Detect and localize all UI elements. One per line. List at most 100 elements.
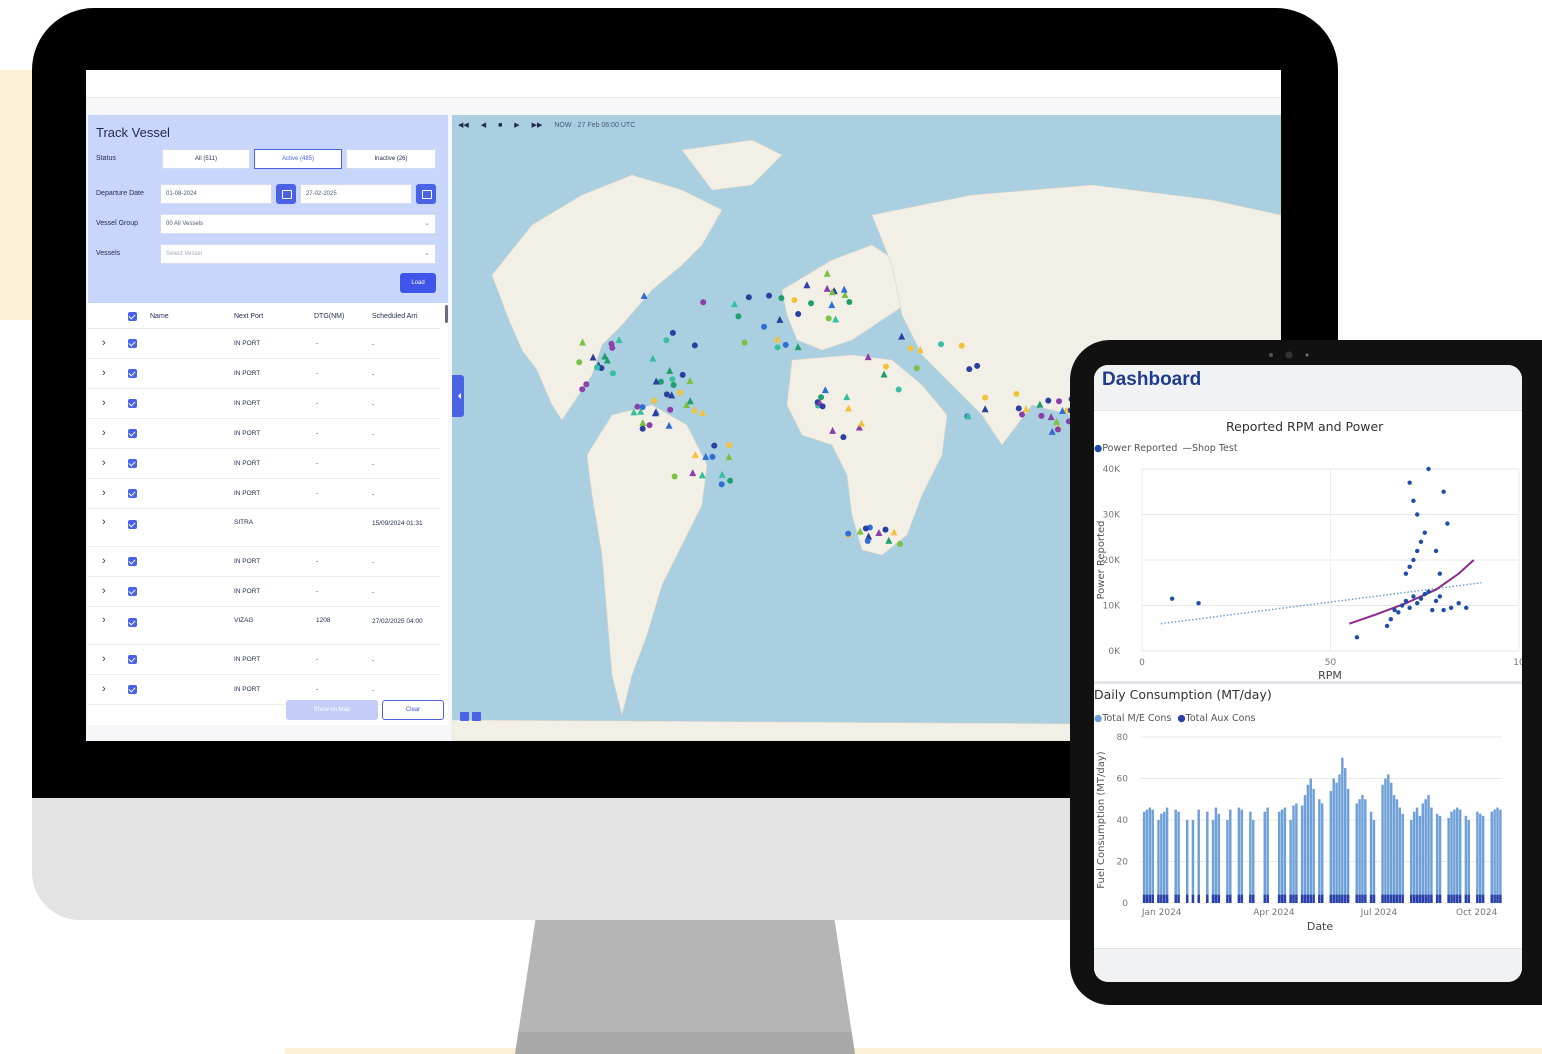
clear-button[interactable]: Clear [382,700,444,720]
vessel-marker[interactable] [818,394,825,401]
vessel-marker[interactable] [907,345,914,352]
vessel-marker[interactable] [913,365,920,372]
collapse-panel-button[interactable] [452,375,464,417]
col-dtg[interactable]: DTG(NM) [314,313,344,320]
table-row[interactable]: › IN PORT - - [88,419,440,449]
vessel-marker[interactable] [698,409,706,417]
vessel-marker[interactable] [718,470,726,478]
table-row[interactable]: › SITRA 15/09/2024 01:31 [88,509,440,547]
vessel-marker[interactable] [691,342,698,349]
vessel-marker[interactable] [609,344,616,351]
row-checkbox[interactable] [128,459,137,468]
vessel-marker[interactable] [898,332,906,340]
vessel-marker[interactable] [774,344,781,351]
vessel-marker[interactable] [669,329,676,336]
vessel-marker[interactable] [639,425,646,432]
vessel-marker[interactable] [594,364,601,371]
vessel-marker[interactable] [1048,427,1056,435]
vessel-marker[interactable] [686,397,694,405]
vessel-marker[interactable] [649,354,657,362]
vessel-marker[interactable] [579,386,586,393]
vessel-marker[interactable] [1015,405,1022,412]
expand-chevron-icon[interactable]: › [102,427,106,439]
vessel-marker[interactable] [725,453,733,461]
row-checkbox[interactable] [128,618,137,627]
table-scrollbar[interactable] [445,305,448,323]
row-checkbox[interactable] [128,520,137,529]
vessel-marker[interactable] [966,366,973,373]
date-to-input[interactable]: 27-02-2025 [300,184,412,204]
stop-icon[interactable]: ■ [498,122,502,129]
row-checkbox[interactable] [128,339,137,348]
vessel-marker[interactable] [651,397,658,404]
vessel-group-select[interactable]: 00 All Vessels [160,214,436,234]
vessel-marker[interactable] [1053,417,1061,425]
vessels-select[interactable]: Select Vessel [160,244,436,264]
vessel-marker[interactable] [725,442,732,449]
vessel-marker[interactable] [677,389,684,396]
vessel-marker[interactable] [745,294,752,301]
vessel-marker[interactable] [634,403,641,410]
table-row[interactable]: › IN PORT - - [88,547,440,577]
vessel-marker[interactable] [778,295,785,302]
expand-chevron-icon[interactable]: › [102,555,106,567]
vessel-marker[interactable] [663,337,670,344]
table-row[interactable]: › IN PORT - - [88,449,440,479]
vessel-marker[interactable] [700,299,707,306]
vessel-marker[interactable] [709,453,716,460]
vessel-marker[interactable] [741,339,748,346]
expand-chevron-icon[interactable]: › [102,614,106,626]
vessel-marker[interactable] [766,292,773,299]
select-all-checkbox[interactable] [128,312,137,321]
rewind-icon[interactable]: ◀◀ [458,122,469,129]
vessel-marker[interactable] [735,313,742,320]
vessel-marker[interactable] [776,315,784,323]
vessel-marker[interactable] [794,343,802,351]
table-row[interactable]: › IN PORT - - [88,479,440,509]
vessel-marker[interactable] [864,538,871,545]
vessel-marker[interactable] [982,394,989,401]
load-button[interactable]: Load [400,273,436,293]
zoom-in-button[interactable] [460,712,469,721]
vessel-marker[interactable] [825,315,832,322]
vessel-marker[interactable] [791,297,798,304]
show-on-map-button[interactable]: Show on Map [286,700,378,720]
row-checkbox[interactable] [128,489,137,498]
calendar-icon[interactable] [276,184,296,204]
expand-chevron-icon[interactable]: › [102,585,106,597]
vessel-marker[interactable] [882,526,889,533]
table-row[interactable]: › VIZAG 1208 27/02/2025 04:00 [88,607,440,645]
play-icon[interactable]: ▶ [514,122,519,129]
vessel-marker[interactable] [601,352,609,360]
vessel-marker[interactable] [669,376,676,383]
vessel-marker[interactable] [666,366,674,374]
vessel-marker[interactable] [667,406,674,413]
vessel-marker[interactable] [583,381,590,388]
col-name[interactable]: Name [150,313,169,320]
vessel-marker[interactable] [808,300,815,307]
expand-chevron-icon[interactable]: › [102,457,106,469]
table-row[interactable]: › IN PORT - - [88,389,440,419]
expand-chevron-icon[interactable]: › [102,367,106,379]
vessel-marker[interactable] [1019,411,1026,418]
expand-chevron-icon[interactable]: › [102,683,106,695]
table-row[interactable]: › IN PORT - - [88,329,440,359]
vessel-marker[interactable] [1054,426,1061,433]
vessel-marker[interactable] [938,341,945,348]
step-back-icon[interactable]: ◀ [481,122,486,129]
vessel-marker[interactable] [663,391,670,398]
vessel-marker[interactable] [609,370,616,377]
vessel-marker[interactable] [691,405,699,413]
col-next-port[interactable]: Next Port [234,313,263,320]
vessel-marker[interactable] [795,311,802,318]
expand-chevron-icon[interactable]: › [102,397,106,409]
vessel-marker[interactable] [730,300,738,308]
row-checkbox[interactable] [128,399,137,408]
vessel-marker[interactable] [576,359,583,366]
zoom-out-button[interactable] [472,712,481,721]
vessel-marker[interactable] [974,362,981,369]
date-from-input[interactable]: 01-08-2024 [160,184,272,204]
vessel-marker[interactable] [773,335,781,343]
row-checkbox[interactable] [128,655,137,664]
vessel-marker[interactable] [718,481,725,488]
